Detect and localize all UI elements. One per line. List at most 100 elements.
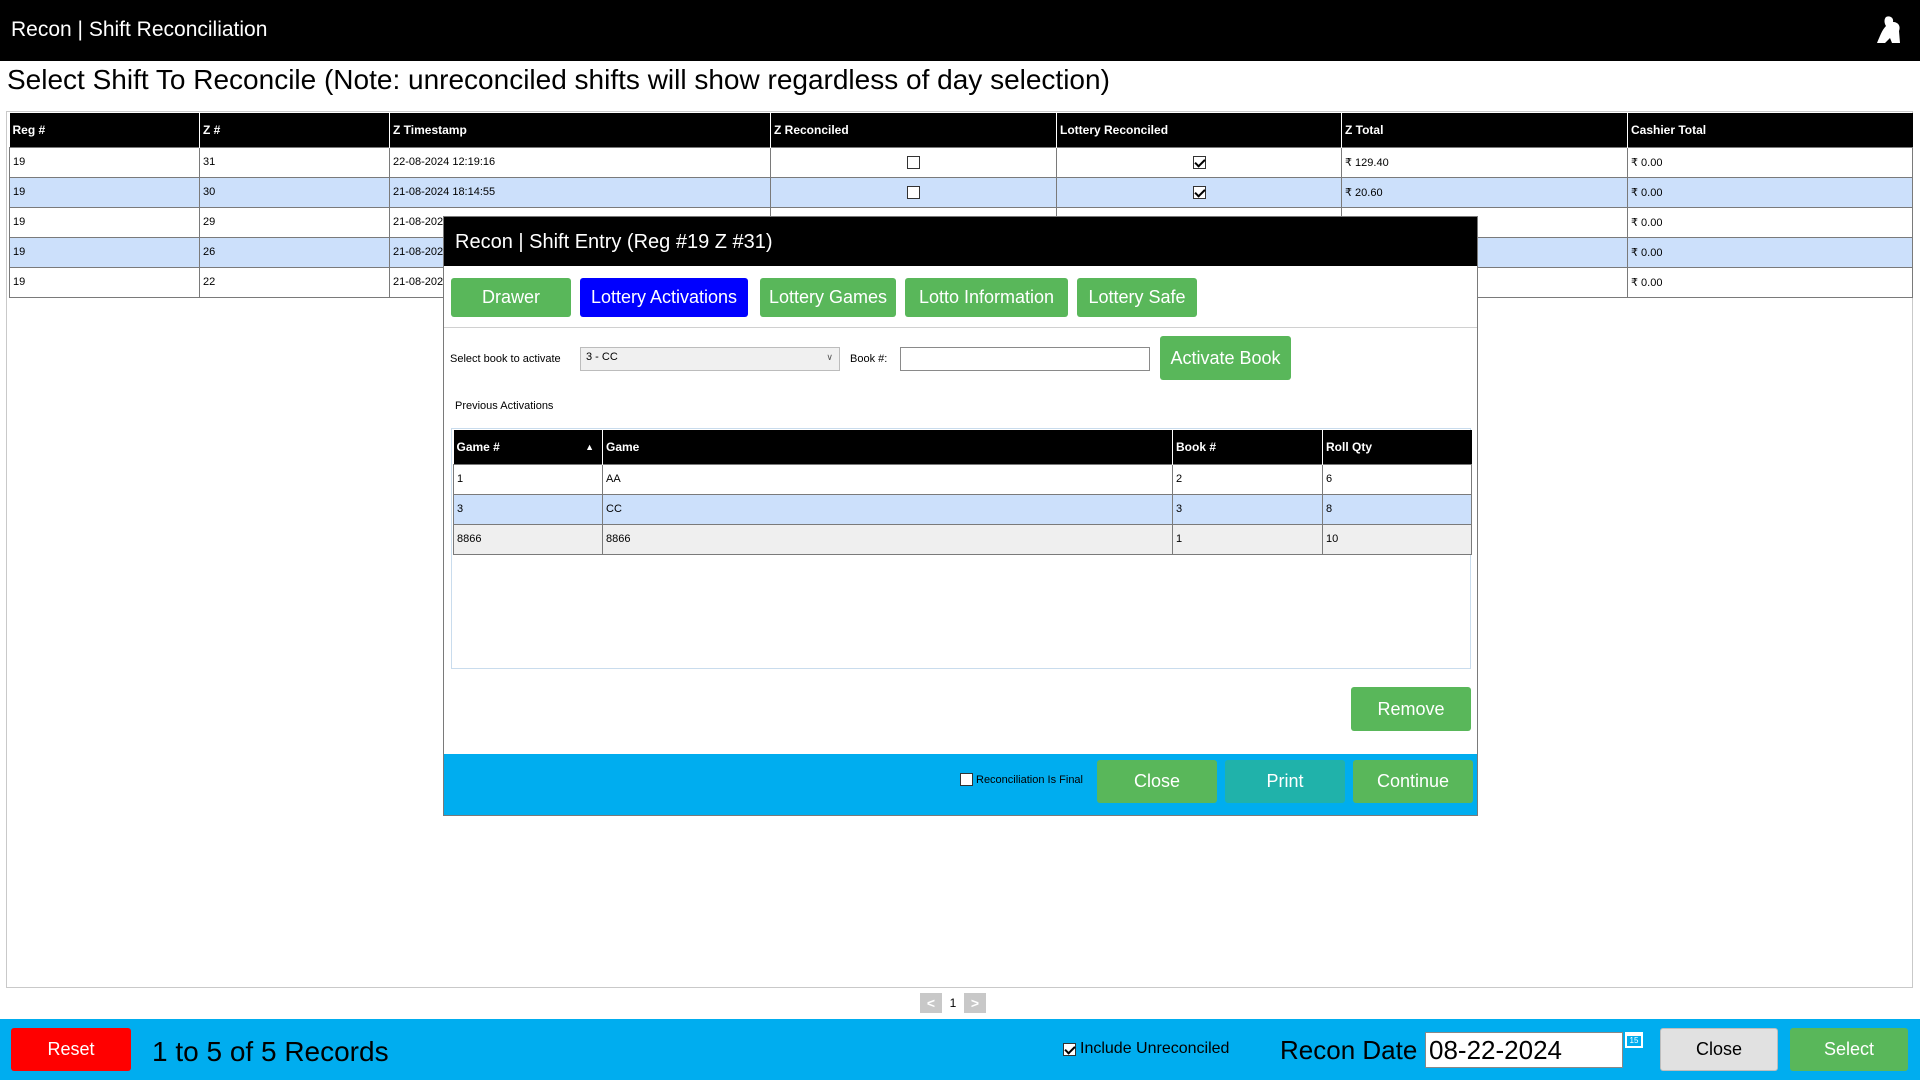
table-row[interactable]: 19 30 21-08-2024 18:14:55 ₹ 20.60 ₹ 0.00: [9, 176, 1913, 208]
select-button[interactable]: Select: [1790, 1028, 1908, 1071]
shift-entry-dialog: Recon | Shift Entry (Reg #19 Z #31) Draw…: [443, 216, 1478, 816]
cell-book-number: 2: [1172, 463, 1323, 495]
dialog-title-bar: Recon | Shift Entry (Reg #19 Z #31): [444, 217, 1477, 266]
book-number-input[interactable]: [900, 347, 1150, 371]
activations-table-header: Game # ▲ Game Book # Roll Qty: [453, 430, 1472, 464]
tab-lottery-safe[interactable]: Lottery Safe: [1077, 278, 1197, 317]
tab-lottery-games[interactable]: Lottery Games: [760, 278, 896, 317]
cell-timestamp: 21-08-2024 18:14:55: [389, 176, 771, 208]
cell-reg: 19: [9, 146, 200, 178]
tab-lottery-activations[interactable]: Lottery Activations: [580, 278, 748, 317]
col-game-number[interactable]: Game # ▲: [453, 430, 603, 464]
cell-reg: 19: [9, 236, 200, 268]
col-lottery-reconciled[interactable]: Lottery Reconciled: [1056, 113, 1342, 147]
remove-button[interactable]: Remove: [1351, 687, 1471, 731]
sort-ascending-icon: ▲: [585, 442, 594, 452]
cell-cashier-total: ₹ 0.00: [1627, 206, 1913, 238]
col-book-number[interactable]: Book #: [1172, 430, 1323, 464]
cell-book-number: 1: [1172, 523, 1323, 555]
z-reconciled-checkbox[interactable]: [907, 155, 920, 169]
continue-button[interactable]: Continue: [1353, 760, 1473, 803]
close-button[interactable]: Close: [1660, 1028, 1778, 1071]
book-select-dropdown[interactable]: 3 - CC ∨: [580, 347, 840, 371]
dialog-title: Recon | Shift Entry (Reg #19 Z #31): [455, 231, 773, 253]
book-select-value: 3 - CC: [586, 351, 618, 363]
cell-z-reconciled: [770, 176, 1057, 208]
bottom-toolbar: Reset 1 to 5 of 5 Records Include Unreco…: [0, 1019, 1920, 1080]
col-roll-qty[interactable]: Roll Qty: [1322, 430, 1472, 464]
recon-date-label: Recon Date :: [1280, 1035, 1432, 1065]
col-z-total[interactable]: Z Total: [1341, 113, 1628, 147]
cell-book-number: 3: [1172, 493, 1323, 525]
cell-z: 30: [199, 176, 390, 208]
col-reg[interactable]: Reg #: [9, 113, 200, 147]
cell-reg: 19: [9, 176, 200, 208]
table-row[interactable]: 19 31 22-08-2024 12:19:16 ₹ 129.40 ₹ 0.0…: [9, 146, 1913, 178]
book-number-label: Book #:: [850, 353, 888, 365]
cell-game: CC: [602, 493, 1173, 525]
shift-table-header: Reg # Z # Z Timestamp Z Reconciled Lotte…: [9, 113, 1913, 147]
cell-cashier-total: ₹ 0.00: [1627, 266, 1913, 298]
cell-reg: 19: [9, 266, 200, 298]
include-unreconciled-toggle[interactable]: Include Unreconciled: [1063, 1040, 1229, 1058]
cell-z: 26: [199, 236, 390, 268]
dialog-close-button[interactable]: Close: [1097, 760, 1217, 803]
cell-cashier-total: ₹ 0.00: [1627, 236, 1913, 268]
reset-button[interactable]: Reset: [11, 1028, 131, 1071]
table-row[interactable]: 8866 8866 1 10: [453, 523, 1472, 555]
dialog-footer: Reconciliation Is Final Close Print Cont…: [444, 754, 1477, 815]
lottery-reconciled-checkbox[interactable]: [1192, 155, 1206, 169]
col-cashier-total[interactable]: Cashier Total: [1627, 113, 1913, 147]
col-z-reconciled[interactable]: Z Reconciled: [770, 113, 1057, 147]
tab-lotto-information[interactable]: Lotto Information: [905, 278, 1068, 317]
col-game[interactable]: Game: [602, 430, 1173, 464]
pager: < 1 >: [920, 993, 986, 1013]
cell-z: 29: [199, 206, 390, 238]
reconciliation-final-checkbox[interactable]: [960, 773, 973, 786]
cell-roll-qty: 6: [1322, 463, 1472, 495]
table-row[interactable]: 1 AA 2 6: [453, 463, 1472, 495]
cell-cashier-total: ₹ 0.00: [1627, 176, 1913, 208]
activations-table: Game # ▲ Game Book # Roll Qty 1 AA 2 6 3 …: [453, 430, 1472, 555]
cell-roll-qty: 8: [1322, 493, 1472, 525]
cell-cashier-total: ₹ 0.00: [1627, 146, 1913, 178]
reconciliation-final-toggle[interactable]: Reconciliation Is Final: [960, 773, 1083, 786]
col-z[interactable]: Z #: [199, 113, 390, 147]
cell-roll-qty: 10: [1322, 523, 1472, 555]
next-page-button[interactable]: >: [964, 993, 986, 1013]
cell-lottery-reconciled: [1056, 176, 1342, 208]
print-button[interactable]: Print: [1225, 760, 1345, 803]
calendar-icon[interactable]: 15: [1625, 1032, 1643, 1048]
activate-book-button[interactable]: Activate Book: [1160, 336, 1291, 380]
table-row[interactable]: 3 CC 3 8: [453, 493, 1472, 525]
lottery-reconciled-checkbox[interactable]: [1192, 185, 1206, 199]
prev-page-button[interactable]: <: [920, 993, 942, 1013]
previous-activations-label: Previous Activations: [455, 400, 554, 412]
reconciliation-final-label: Reconciliation Is Final: [976, 773, 1083, 786]
cell-z-total: ₹ 20.60: [1341, 176, 1628, 208]
app-logo-icon: [1877, 16, 1900, 43]
select-book-label: Select book to activate: [450, 353, 561, 365]
chevron-down-icon: ∨: [826, 352, 833, 362]
tab-divider: [444, 327, 1477, 328]
include-unreconciled-checkbox[interactable]: [1063, 1042, 1076, 1056]
recon-date-input[interactable]: [1425, 1032, 1623, 1068]
cell-lottery-reconciled: [1056, 146, 1342, 178]
cell-game: AA: [602, 463, 1173, 495]
tab-drawer[interactable]: Drawer: [451, 278, 571, 317]
current-page: 1: [949, 996, 957, 1010]
cell-z: 22: [199, 266, 390, 298]
z-reconciled-checkbox[interactable]: [907, 185, 920, 199]
cell-game-number: 3: [453, 493, 603, 525]
cell-z: 31: [199, 146, 390, 178]
page-heading: Select Shift To Reconcile (Note: unrecon…: [7, 64, 1110, 95]
col-z-timestamp[interactable]: Z Timestamp: [389, 113, 771, 147]
window-title: Recon | Shift Reconciliation: [11, 18, 268, 41]
previous-activations-grid: Game # ▲ Game Book # Roll Qty 1 AA 2 6 3 …: [451, 428, 1472, 669]
title-bar: Recon | Shift Reconciliation: [0, 0, 1920, 61]
include-unreconciled-label: Include Unreconciled: [1080, 1040, 1230, 1057]
cell-game-number: 8866: [453, 523, 603, 555]
cell-timestamp: 22-08-2024 12:19:16: [389, 146, 771, 178]
cell-game: 8866: [602, 523, 1173, 555]
cell-game-number: 1: [453, 463, 603, 495]
